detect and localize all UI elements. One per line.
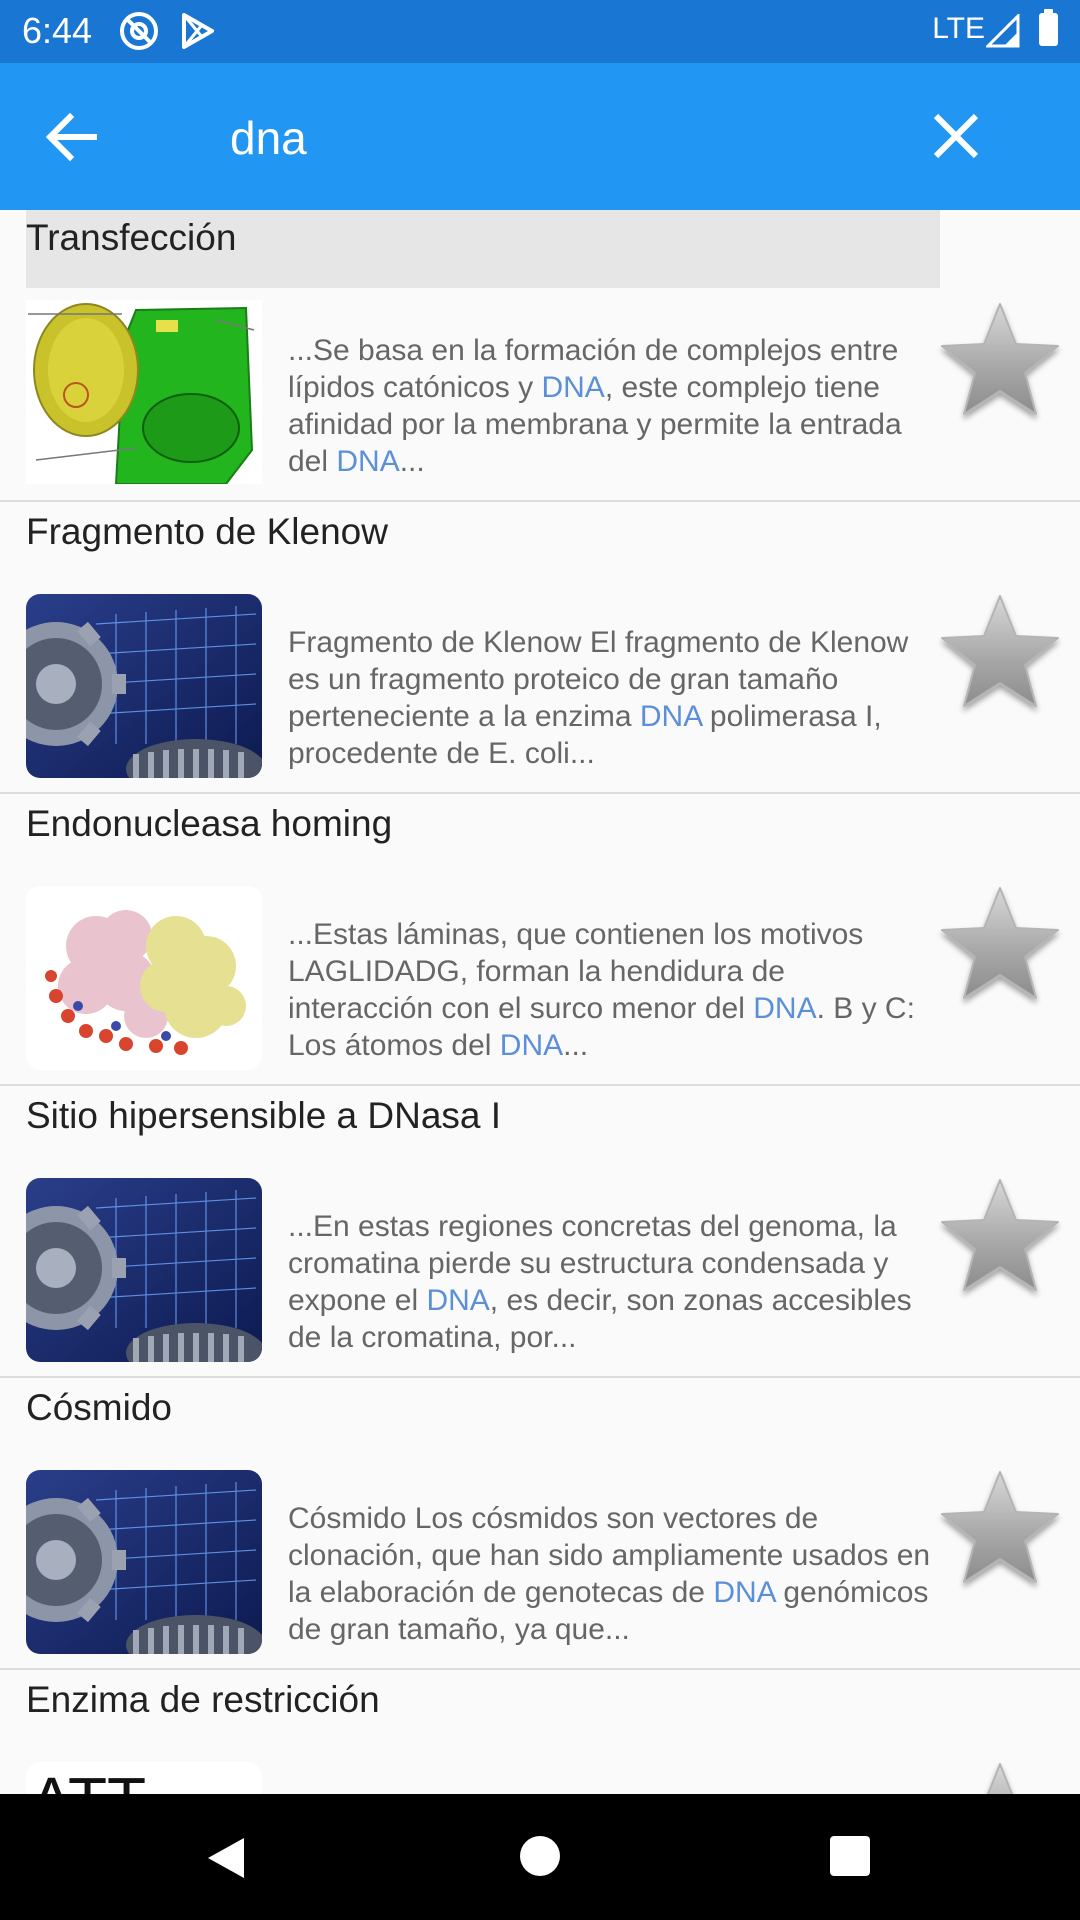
result-snippet: Cósmido Los cósmidos son vectores de clo… xyxy=(288,1500,936,1648)
result-snippet: ...Se basa en la formación de complejos … xyxy=(288,332,936,480)
result-item[interactable]: Sitio hipersensible a DNasa I ...En estas… xyxy=(0,1086,1080,1378)
result-title: Enzima de restricción xyxy=(26,1679,380,1720)
result-title: Fragmento de Klenow xyxy=(26,511,388,552)
snippet-text: ... xyxy=(563,1029,589,1062)
nav-home-icon[interactable] xyxy=(520,1836,560,1876)
highlighted-term: DNA xyxy=(336,445,400,478)
result-item[interactable]: Transfección ...Se basa en la formación d… xyxy=(0,210,1080,502)
close-icon[interactable] xyxy=(930,110,982,162)
result-snippet: Fragmento de Klenow El fragmento de Klen… xyxy=(288,624,936,772)
favorite-star-icon[interactable] xyxy=(936,880,1064,1008)
highlighted-term: DNA xyxy=(713,1576,776,1609)
result-title: Sitio hipersensible a DNasa I xyxy=(26,1095,502,1136)
result-title: Cósmido xyxy=(26,1387,172,1428)
snippet-text: ... xyxy=(399,445,425,478)
result-thumbnail xyxy=(26,1470,262,1654)
favorite-star-icon[interactable] xyxy=(936,1172,1064,1300)
svg-text:ATT: ATT xyxy=(30,1764,146,1794)
favorite-star-icon[interactable] xyxy=(936,1464,1064,1592)
result-thumbnail xyxy=(26,886,262,1070)
navigation-bar xyxy=(0,1794,1080,1920)
result-item[interactable]: Fragmento de Klenow Fragmento de Klenow E… xyxy=(0,502,1080,794)
result-title: Endonucleasa homing xyxy=(26,803,393,844)
result-item[interactable]: Endonucleasa homing ...Estas láminas, que… xyxy=(0,794,1080,1086)
favorite-star-icon[interactable] xyxy=(936,588,1064,716)
status-time: 6:44 xyxy=(22,10,93,51)
result-snippet: ...Estas láminas, que contienen los moti… xyxy=(288,916,936,1064)
search-app-bar xyxy=(0,63,1080,210)
result-thumbnail xyxy=(26,1178,262,1362)
signal-icon xyxy=(984,12,1020,53)
at-sign-icon xyxy=(118,10,160,52)
highlighted-term: DNA xyxy=(639,700,702,733)
network-type: LTE xyxy=(932,12,985,45)
highlighted-term: DNA xyxy=(541,371,605,404)
result-thumbnail: ATT xyxy=(26,1762,262,1794)
search-input[interactable] xyxy=(230,103,870,173)
status-bar: 6:44 LTE xyxy=(0,0,1080,63)
play-store-icon xyxy=(176,10,218,52)
highlighted-term: DNA xyxy=(753,992,817,1025)
highlighted-term: DNA xyxy=(426,1284,490,1317)
nav-back-icon[interactable] xyxy=(204,1836,246,1885)
favorite-star-icon[interactable] xyxy=(936,1756,1064,1794)
favorite-star-icon[interactable] xyxy=(936,296,1064,424)
result-thumbnail xyxy=(26,300,262,484)
result-item[interactable]: Enzima de restricción ATT xyxy=(0,1670,1080,1794)
highlighted-term: DNA xyxy=(499,1029,564,1062)
results-list: Transfección ...Se basa en la formación d… xyxy=(0,210,1080,1794)
result-thumbnail xyxy=(26,594,262,778)
result-item[interactable]: Cósmido Cósmido Los cósmidos son vectores… xyxy=(0,1378,1080,1670)
back-arrow-icon[interactable] xyxy=(42,109,106,165)
result-title: Transfección xyxy=(26,210,940,288)
battery-icon xyxy=(1039,9,1058,46)
nav-recents-icon[interactable] xyxy=(830,1836,870,1876)
result-snippet: ...En estas regiones concretas del genom… xyxy=(288,1208,936,1356)
